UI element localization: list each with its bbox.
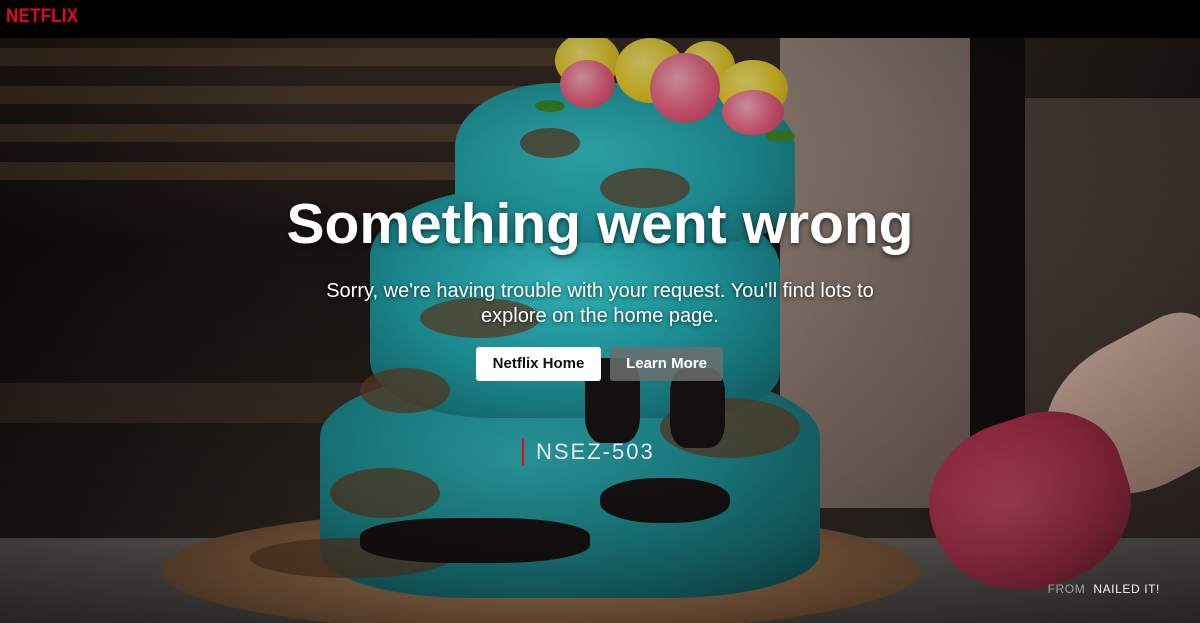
image-vignette <box>0 38 1200 623</box>
error-message: Sorry, we're having trouble with your re… <box>326 280 874 327</box>
image-credit: FROM NAILED IT! <box>1048 582 1160 596</box>
credit-prefix: FROM <box>1047 582 1086 596</box>
netflix-home-button[interactable]: Netflix Home <box>476 347 601 381</box>
top-bar: NETFLIX <box>0 0 1200 38</box>
netflix-logo[interactable]: NETFLIX <box>6 5 78 27</box>
background-image: Something went wrong Sorry, we're having… <box>0 38 1200 623</box>
credit-show-title: NAILED IT! <box>1093 582 1160 596</box>
learn-more-button[interactable]: Learn More <box>610 347 723 381</box>
error-title: Something went wrong <box>286 192 914 256</box>
error-code: NSEZ-503 <box>522 438 655 466</box>
